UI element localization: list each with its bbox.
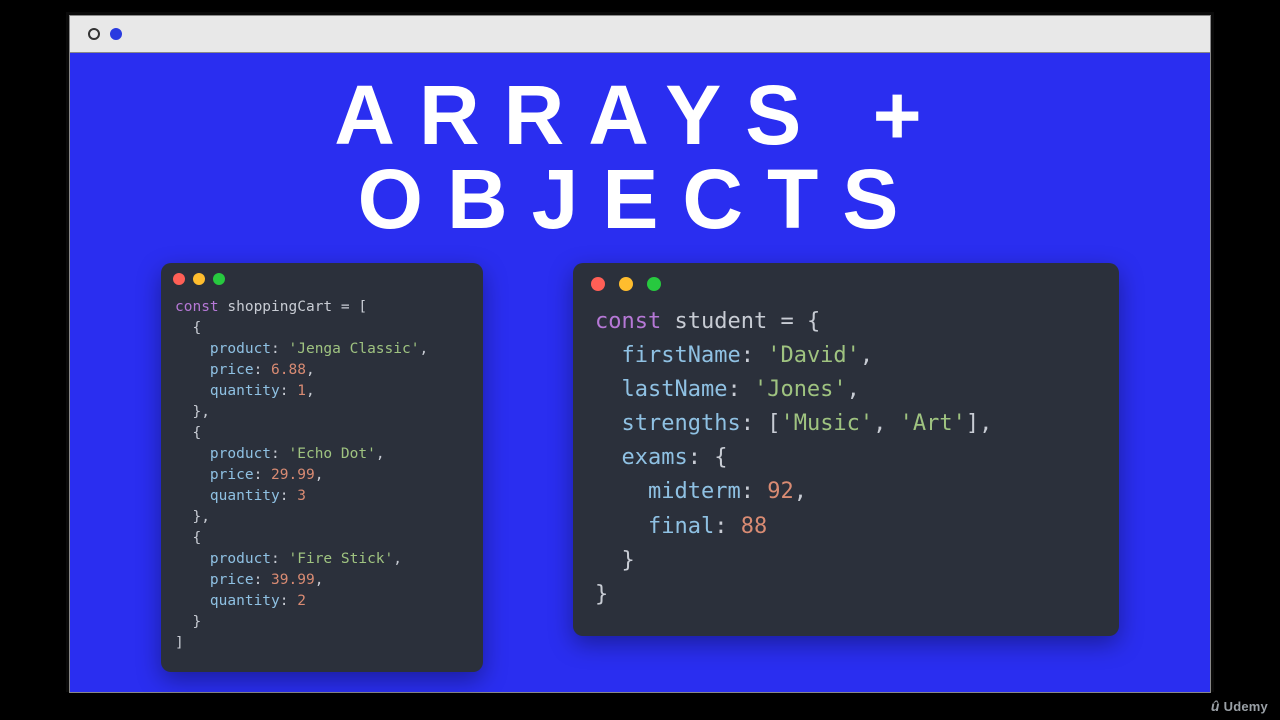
value-price-1: 29.99 <box>271 467 315 483</box>
value-quantity-2: 2 <box>297 593 306 609</box>
browser-top-bar <box>69 15 1211 53</box>
slide-body: ARRAYS + OBJECTS const shoppingCart = [ … <box>69 53 1211 693</box>
code-window-student: const student = { firstName: 'David', la… <box>573 263 1119 636</box>
keyword-const: const <box>595 309 661 334</box>
value-quantity-0: 1 <box>297 383 306 399</box>
window-controls <box>573 263 1119 295</box>
video-frame: ARRAYS + OBJECTS const shoppingCart = [ … <box>66 12 1214 692</box>
browser-dot-hollow <box>88 28 100 40</box>
value-product-2: 'Fire Stick' <box>289 551 394 567</box>
browser-dot-filled <box>110 28 122 40</box>
traffic-light-green-icon <box>647 277 661 291</box>
watermark-text: Udemy <box>1224 699 1268 714</box>
code-window-shopping-cart: const shoppingCart = [ { product: 'Jenga… <box>161 263 483 672</box>
watermark-udemy: û Udemy <box>1211 698 1268 714</box>
value-product-1: 'Echo Dot' <box>289 446 376 462</box>
code-block-student: const student = { firstName: 'David', la… <box>573 295 1119 636</box>
traffic-light-yellow-icon <box>193 273 205 285</box>
value-strength-0: 'Music' <box>780 411 873 436</box>
value-lastname: 'Jones' <box>754 377 847 402</box>
value-strength-1: 'Art' <box>900 411 966 436</box>
value-quantity-1: 3 <box>297 488 306 504</box>
value-final: 88 <box>741 514 768 539</box>
value-midterm: 92 <box>767 479 794 504</box>
window-controls <box>161 263 483 289</box>
identifier-shopping-cart: shoppingCart <box>227 299 332 315</box>
identifier-student: student <box>674 309 767 334</box>
value-price-2: 39.99 <box>271 572 315 588</box>
code-block-shopping-cart: const shoppingCart = [ { product: 'Jenga… <box>161 289 483 672</box>
slide-title: ARRAYS + OBJECTS <box>98 73 1182 241</box>
traffic-light-red-icon <box>173 273 185 285</box>
keyword-const: const <box>175 299 219 315</box>
code-panels: const shoppingCart = [ { product: 'Jenga… <box>98 263 1182 672</box>
traffic-light-green-icon <box>213 273 225 285</box>
traffic-light-yellow-icon <box>619 277 633 291</box>
traffic-light-red-icon <box>591 277 605 291</box>
value-product-0: 'Jenga Classic' <box>289 341 420 357</box>
value-firstname: 'David' <box>767 343 860 368</box>
value-price-0: 6.88 <box>271 362 306 378</box>
udemy-logo-icon: û <box>1211 698 1220 714</box>
